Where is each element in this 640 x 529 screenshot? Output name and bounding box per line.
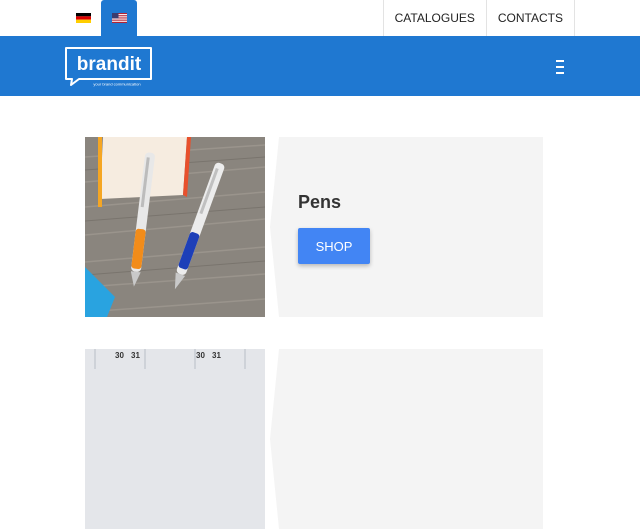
- svg-text:brandit: brandit: [77, 54, 142, 75]
- product-title: Pens: [298, 192, 342, 212]
- language-de[interactable]: [65, 0, 101, 36]
- language-en[interactable]: [101, 0, 137, 36]
- card-notch: [265, 349, 279, 529]
- nav-contacts[interactable]: CONTACTS: [485, 0, 575, 36]
- pens-on-wood-photo: [85, 137, 265, 317]
- german-flag-icon: [75, 13, 91, 23]
- svg-text:30: 30: [115, 351, 124, 360]
- product-card-calendars: 30 31 30 31: [85, 349, 543, 529]
- calendar-photo: 30 31 30 31: [85, 349, 265, 529]
- top-bar: CATALOGUES CONTACTS: [0, 0, 640, 36]
- nav-catalogues[interactable]: CATALOGUES: [382, 0, 486, 36]
- site-header: brandit your brand communication: [0, 36, 640, 96]
- product-card-pens: Pens SHOP: [85, 137, 543, 317]
- svg-text:your brand communication: your brand communication: [93, 82, 140, 87]
- svg-text:30: 30: [196, 351, 205, 360]
- logo-mark: brandit your brand communication: [65, 47, 152, 87]
- hamburger-menu-icon[interactable]: [552, 59, 568, 75]
- brandit-logo[interactable]: brandit your brand communication: [65, 47, 153, 87]
- svg-text:31: 31: [131, 351, 140, 360]
- shop-button[interactable]: SHOP: [298, 228, 370, 264]
- card-notch: [265, 137, 279, 317]
- us-flag-icon: [111, 13, 127, 23]
- top-nav: CATALOGUES CONTACTS: [382, 0, 575, 36]
- svg-text:31: 31: [212, 351, 221, 360]
